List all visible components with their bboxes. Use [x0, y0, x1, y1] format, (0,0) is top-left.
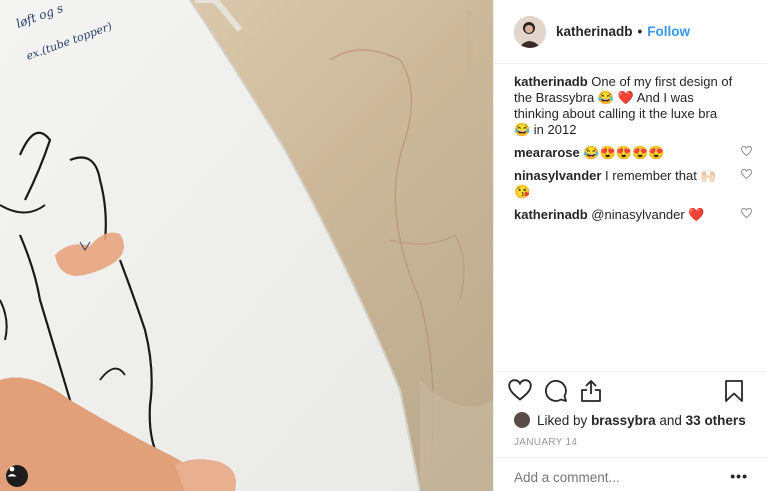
heart-icon[interactable] — [741, 146, 752, 156]
comment-username[interactable]: meararose — [514, 145, 580, 160]
avatar[interactable] — [514, 412, 530, 428]
comments-list: katherinadb One of my first design of th… — [514, 74, 754, 230]
comment-icon[interactable] — [544, 379, 568, 403]
comment-caption: katherinadb One of my first design of th… — [514, 74, 754, 138]
likes-summary: Liked by brassybra and 33 others — [514, 412, 746, 428]
action-bar — [508, 379, 758, 405]
likes-middle: and — [659, 412, 682, 428]
avatar[interactable] — [514, 15, 546, 48]
follow-button[interactable]: Follow — [647, 24, 690, 39]
post-details-panel: katherinadb • Follow katherinadb One of … — [493, 0, 767, 491]
comment-username[interactable]: katherinadb — [514, 207, 588, 222]
comment-text: @ninasylvander ❤️ — [587, 207, 705, 222]
more-options-button[interactable]: ••• — [730, 468, 748, 484]
post-date[interactable]: JANUARY 14 — [514, 437, 577, 448]
share-icon[interactable] — [580, 379, 602, 403]
comment-username[interactable]: ninasylvander — [514, 168, 601, 183]
user-tag-button[interactable] — [6, 465, 28, 487]
liker-username[interactable]: brassybra — [591, 413, 656, 428]
bookmark-icon[interactable] — [724, 379, 744, 403]
likes-prefix: Liked by — [537, 412, 588, 428]
profile-photo — [514, 15, 546, 48]
list-item: ninasylvander I remember that 🙌🏻 😘 — [514, 168, 754, 200]
comment-text: 😂😍😍😍😍 — [579, 145, 665, 160]
comment-username[interactable]: katherinadb — [514, 74, 588, 89]
post-author-username[interactable]: katherinadb — [556, 24, 633, 39]
post-header: katherinadb • Follow — [494, 0, 767, 64]
list-item: katherinadb @ninasylvander ❤️ — [514, 207, 754, 223]
heart-icon[interactable] — [741, 208, 752, 218]
likes-others-link[interactable]: 33 others — [686, 413, 746, 428]
comment-input[interactable] — [514, 470, 714, 485]
heart-icon[interactable] — [741, 169, 752, 179]
add-comment-bar: ••• — [494, 457, 767, 491]
post-actions: Liked by brassybra and 33 others JANUARY… — [494, 371, 767, 491]
post-photo[interactable]: løft og s ex.(tube topper) — [0, 0, 493, 491]
separator-dot: • — [637, 24, 643, 39]
heart-icon[interactable] — [508, 379, 532, 401]
user-tag-icon — [7, 466, 17, 477]
list-item: meararose 😂😍😍😍😍 — [514, 145, 754, 161]
sketch-photo-illustration: løft og s ex.(tube topper) — [0, 0, 493, 491]
